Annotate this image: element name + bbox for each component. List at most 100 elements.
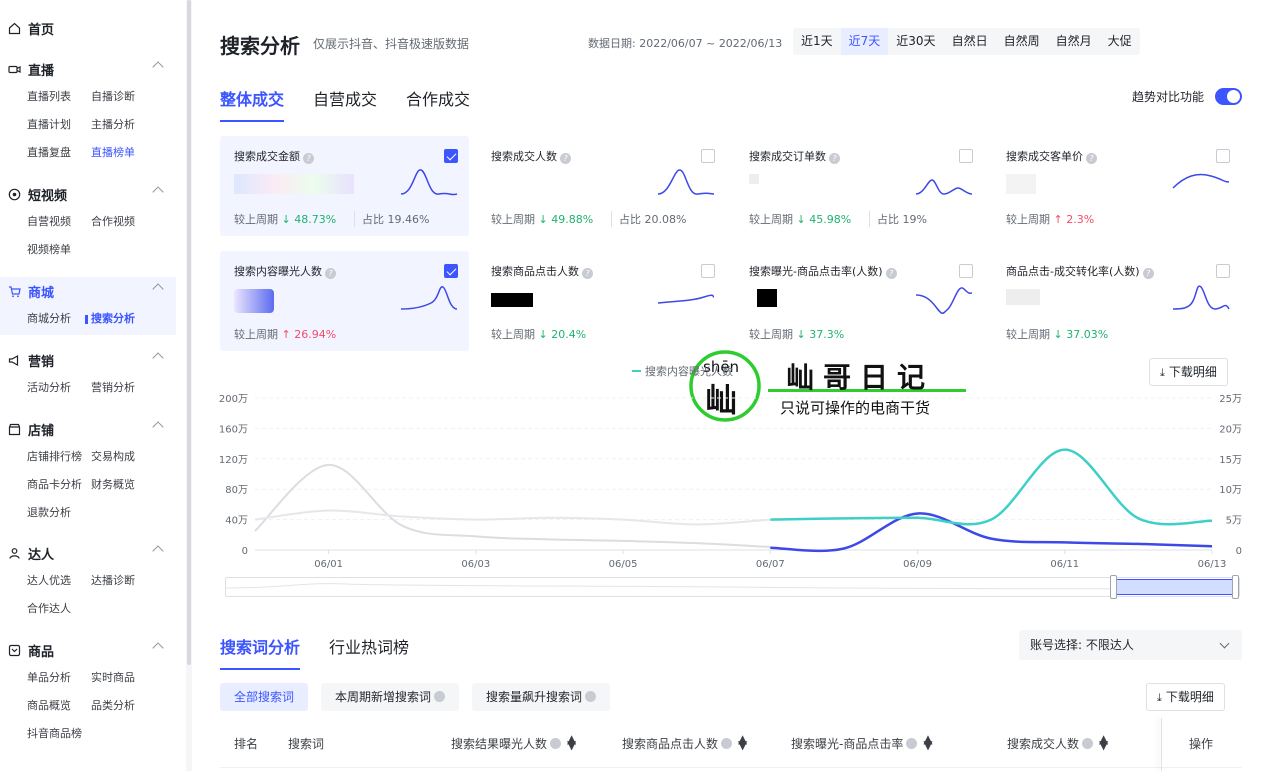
period-option[interactable]: 自然周 [996,28,1048,55]
help-icon[interactable]: ? [325,268,336,279]
metric-card[interactable]: 搜索曝光-商品点击率(人数)? 较上周期 ↓ 37.3% [735,251,984,351]
chevron-up-icon[interactable] [152,642,164,654]
help-icon[interactable] [721,738,733,749]
col-click[interactable]: 搜索商品点击人数 ▲ ▼ [622,733,747,752]
nav-item[interactable]: 单品分析 [27,664,91,692]
metric-checkbox[interactable] [1216,264,1230,278]
nav-item[interactable]: 视频榜单 [27,236,91,264]
account-select[interactable]: 账号选择: 不限达人 [1019,630,1242,660]
nav-item[interactable]: 合作达人 [27,595,91,623]
period-option[interactable]: 大促 [1100,28,1140,55]
sort-icon[interactable]: ▲ ▼ [567,733,576,751]
help-icon[interactable]: ? [829,153,840,164]
metric-card[interactable]: 商品点击-成交转化率(人数)? 较上周期 ↓ 37.03% [992,251,1241,351]
nav-item[interactable]: 直播计划 [27,111,91,139]
tab-overall[interactable]: 整体成交 [220,86,285,122]
nav-group-head[interactable]: 营销 [0,346,176,374]
nav-item[interactable]: 商品概览 [27,692,91,720]
col-buyers[interactable]: 搜索成交人数 ▲ ▼ [1007,733,1108,752]
nav-item[interactable]: 退款分析 [27,499,91,527]
col-ctr[interactable]: 搜索曝光-商品点击率 ▲ ▼ [791,733,933,752]
filter-surge-keywords[interactable]: 搜索量飙升搜索词 [472,683,611,711]
nav-group-head[interactable]: 短视频 [0,180,176,208]
chevron-up-icon[interactable] [152,61,164,73]
chevron-up-icon[interactable] [152,352,164,364]
metric-card[interactable]: 搜索商品点击人数? 较上周期 ↓ 20.4% [477,251,726,351]
help-icon[interactable]: ? [560,153,571,164]
nav-item[interactable]: 营销分析 [91,374,171,402]
nav-item[interactable]: 店铺排行榜 [27,443,91,471]
nav-group-head[interactable]: 店铺 [0,415,176,443]
tab-hot-words[interactable]: 行业热词榜 [329,634,409,670]
metric-checkbox[interactable] [959,149,973,163]
nav-item[interactable]: 直播复盘 [27,139,91,167]
period-option[interactable]: 自然日 [944,28,996,55]
tab-self[interactable]: 自营成交 [313,86,377,122]
metric-checkbox[interactable] [444,264,458,278]
period-option[interactable]: 近1天 [793,28,841,55]
nav-item[interactable]: 品类分析 [91,692,171,720]
nav-item[interactable]: 抖音商品榜 [27,720,91,748]
period-option[interactable]: 近30天 [888,28,943,55]
brush-handle-right[interactable] [1232,575,1239,599]
filter-all-keywords[interactable]: 全部搜索词 [220,683,309,711]
help-icon[interactable] [1082,738,1094,749]
nav-group-head[interactable]: 商品 [0,636,176,664]
sort-icon[interactable]: ▲ ▼ [923,733,932,751]
period-option[interactable]: 自然月 [1048,28,1100,55]
nav-item-live-rank[interactable]: 直播榜单 [91,139,171,167]
metric-card[interactable]: 搜索成交客单价? 较上周期 ↑ 2.3% [992,136,1241,236]
tab-cooperation[interactable]: 合作成交 [406,86,470,122]
metric-card[interactable]: 搜索成交人数? 较上周期 ↓ 49.88% 占比 20.08% [477,136,726,236]
period-option-selected[interactable]: 近7天 [840,28,889,55]
help-icon[interactable]: ? [303,153,314,164]
metric-checkbox[interactable] [701,149,715,163]
brush-selection[interactable] [1114,579,1235,595]
nav-item[interactable]: 财务概览 [91,471,171,499]
nav-item[interactable]: 直播列表 [27,83,91,111]
download-detail-button-chart[interactable]: 下载明细 [1149,358,1228,386]
help-icon[interactable] [550,738,562,749]
chart-legend-exposure[interactable]: 搜索内容曝光人数 [632,363,733,379]
help-icon[interactable] [434,691,446,702]
nav-group-head[interactable]: 商城 [0,277,176,305]
filter-new-keywords[interactable]: 本周期新增搜索词 [321,683,460,711]
col-exposure[interactable]: 搜索结果曝光人数 ▲ ▼ [451,733,576,752]
chevron-up-icon[interactable] [152,421,164,433]
metric-checkbox[interactable] [959,264,973,278]
brush-handle-left[interactable] [1110,575,1117,599]
metric-card[interactable]: 搜索内容曝光人数? 较上周期 ↑ 26.94% [220,251,469,351]
metric-checkbox[interactable] [1216,149,1230,163]
chevron-up-icon[interactable] [152,186,164,198]
nav-group-head[interactable]: 直播 [0,55,176,83]
metric-card[interactable]: 搜索成交金额? 较上周期 ↓ 48.73% 占比 19.46% [220,136,469,236]
sort-icon[interactable]: ▲ ▼ [738,733,747,751]
chevron-up-icon[interactable] [152,545,164,557]
trend-compare-toggle[interactable] [1215,88,1242,105]
download-detail-button-table[interactable]: 下载明细 [1146,683,1225,711]
nav-item[interactable]: 商城分析 [27,305,91,333]
metric-card[interactable]: 搜索成交订单数? 较上周期 ↓ 45.98% 占比 19% [735,136,984,236]
nav-item-search-analysis[interactable]: 搜索分析 [85,305,171,333]
sort-icon[interactable]: ▲ ▼ [1099,733,1108,751]
help-icon[interactable] [906,738,918,749]
help-icon[interactable]: ? [1086,153,1097,164]
nav-item[interactable]: 达播诊断 [91,567,171,595]
help-icon[interactable] [585,691,597,702]
nav-item[interactable]: 实时商品 [91,664,171,692]
metric-checkbox[interactable] [701,264,715,278]
nav-group-home[interactable]: 首页 [0,14,176,42]
chart-range-brush[interactable] [225,575,1240,599]
nav-item[interactable]: 活动分析 [27,374,91,402]
nav-item[interactable]: 合作视频 [91,208,171,236]
nav-item[interactable]: 主播分析 [91,111,171,139]
help-icon[interactable]: ? [1142,268,1154,279]
help-icon[interactable]: ? [582,268,593,279]
nav-item[interactable]: 交易构成 [91,443,171,471]
tab-keyword-analysis[interactable]: 搜索词分析 [220,634,301,670]
metric-checkbox[interactable] [444,149,458,163]
nav-group-head[interactable]: 达人 [0,539,176,567]
chevron-up-icon[interactable] [152,283,164,295]
nav-item[interactable]: 商品卡分析 [27,471,91,499]
nav-item[interactable]: 自营视频 [27,208,91,236]
